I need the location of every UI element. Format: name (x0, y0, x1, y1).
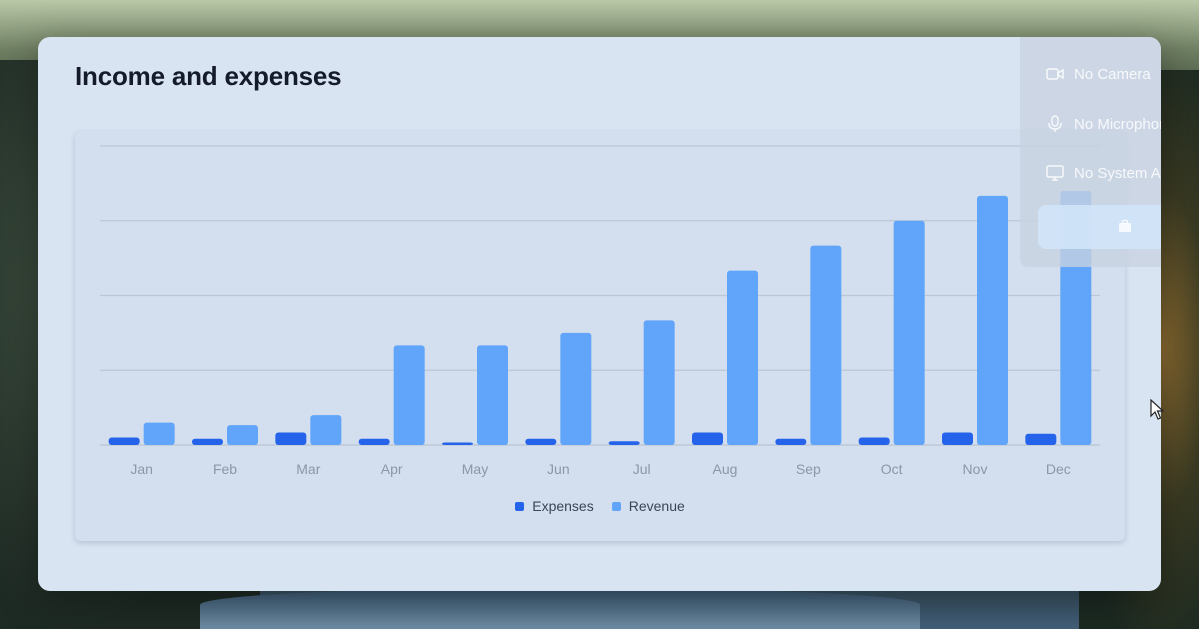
bar-revenue-jun[interactable] (560, 332, 592, 445)
legend-swatch-expenses (515, 501, 525, 511)
x-tick-label: Apr (381, 461, 403, 477)
bar-revenue-mar[interactable] (310, 415, 342, 445)
x-tick-label: Nov (963, 461, 988, 477)
legend-item-expenses[interactable]: Expenses (515, 498, 594, 514)
bar-expenses-mar[interactable] (275, 432, 307, 445)
bar-expenses-may[interactable] (442, 442, 473, 445)
bar-expenses-aug[interactable] (692, 432, 723, 445)
bar-revenue-jul[interactable] (643, 320, 675, 445)
bar-chart: Jan Feb Mar Apr May Jun Jul Aug Sep Oct Nov Dec (100, 145, 1100, 477)
page-title: Income and expenses (75, 61, 342, 91)
x-tick-label: Jun (547, 461, 570, 477)
bar-expenses-jul[interactable] (608, 441, 640, 445)
x-tick-label: May (462, 461, 488, 477)
camera-option[interactable]: No Camera (1046, 65, 1151, 83)
x-tick-label: Sep (796, 461, 821, 477)
mouse-cursor-icon (1150, 399, 1164, 420)
bar-revenue-sep[interactable] (810, 245, 842, 445)
bar-expenses-dec[interactable] (1025, 433, 1057, 445)
bar-expenses-apr[interactable] (358, 438, 390, 445)
bar-revenue-may[interactable] (477, 345, 508, 445)
camera-icon (1046, 68, 1064, 80)
x-tick-label: Feb (213, 461, 237, 477)
chart-legend: Expenses Revenue (75, 498, 1125, 514)
briefcase-icon (1119, 219, 1131, 232)
x-tick-label: Oct (881, 461, 903, 477)
system-audio-label: No System Audio (1074, 164, 1161, 182)
bar-expenses-nov[interactable] (942, 432, 973, 445)
legend-label-revenue: Revenue (628, 498, 685, 514)
x-tick-label: Jul (633, 461, 651, 477)
legend-item-revenue[interactable]: Revenue (611, 498, 685, 514)
x-tick-label: Aug (713, 461, 738, 477)
bar-revenue-oct[interactable] (893, 220, 925, 445)
bar-expenses-oct[interactable] (858, 437, 890, 445)
camera-label: No Camera (1074, 65, 1151, 83)
x-tick-label: Dec (1046, 461, 1071, 477)
bar-revenue-nov[interactable] (977, 195, 1008, 445)
app-window: Income and expenses Jan Feb Mar Apr May Jun Ju… (38, 37, 1161, 591)
bar-expenses-feb[interactable] (192, 438, 223, 445)
microphone-option[interactable]: No Microphone (1046, 115, 1161, 133)
bar-revenue-aug[interactable] (727, 270, 758, 445)
system-audio-option[interactable]: No System Audio (1046, 164, 1161, 182)
monitor-icon (1046, 165, 1064, 181)
bar-revenue-feb[interactable] (227, 425, 258, 445)
background-water (200, 589, 920, 629)
bar-expenses-sep[interactable] (775, 438, 807, 445)
x-tick-label: Jan (130, 461, 153, 477)
x-tick-label: Mar (296, 461, 320, 477)
recording-options-panel: No Camera No Microphone No System Audio (1020, 37, 1161, 267)
chart-card: Jan Feb Mar Apr May Jun Jul Aug Sep Oct Nov Dec Exp… (75, 131, 1125, 541)
start-recording-button[interactable] (1038, 205, 1161, 249)
bar-expenses-jun[interactable] (525, 438, 557, 445)
microphone-label: No Microphone (1074, 115, 1161, 133)
microphone-icon (1048, 115, 1062, 132)
bar-revenue-apr[interactable] (393, 345, 425, 445)
legend-label-expenses: Expenses (532, 498, 594, 514)
bar-revenue-jan[interactable] (143, 422, 175, 445)
legend-swatch-revenue (611, 501, 621, 511)
bar-expenses-jan[interactable] (108, 437, 140, 445)
